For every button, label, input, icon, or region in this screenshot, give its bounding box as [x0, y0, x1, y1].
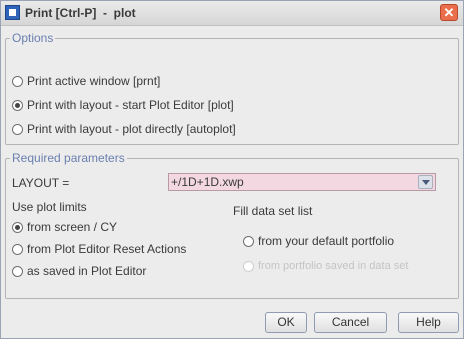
- plot-limits-as-saved[interactable]: as saved in Plot Editor: [12, 264, 146, 278]
- title-bar[interactable]: Print [Ctrl-P] - plot ✕: [1, 1, 463, 26]
- fill-option-label: from your default portfolio: [258, 234, 395, 248]
- layout-combobox[interactable]: +/1D+1D.xwp: [168, 173, 436, 191]
- radio-icon: [12, 75, 23, 87]
- radio-checked-icon: [12, 99, 23, 111]
- option-label: Print with layout - plot directly [autop…: [27, 122, 236, 136]
- cancel-button[interactable]: Cancel: [314, 312, 387, 333]
- layout-value: +/1D+1D.xwp: [171, 175, 244, 189]
- fill-data-set-list-label: Fill data set list: [233, 204, 313, 218]
- use-plot-limits-label: Use plot limits: [12, 200, 87, 214]
- option-print-with-layout-plot[interactable]: Print with layout - start Plot Editor [p…: [12, 98, 234, 112]
- window-title: Print [Ctrl-P] - plot: [25, 6, 136, 20]
- close-button[interactable]: ✕: [440, 4, 458, 21]
- plot-limits-option-label: as saved in Plot Editor: [27, 264, 147, 278]
- option-print-active-window[interactable]: Print active window [prnt]: [12, 74, 160, 88]
- plot-limits-from-reset-actions[interactable]: from Plot Editor Reset Actions: [12, 242, 186, 256]
- option-label: Print with layout - start Plot Editor [p…: [27, 98, 234, 112]
- plot-limits-option-label: from Plot Editor Reset Actions: [27, 242, 187, 256]
- radio-icon: [12, 123, 23, 135]
- print-dialog: Print [Ctrl-P] - plot ✕ Options Print ac…: [0, 0, 464, 339]
- radio-icon: [243, 235, 254, 247]
- radio-disabled-icon: [243, 260, 254, 272]
- fill-from-portfolio-in-data-set: from portfolio saved in data set: [243, 260, 408, 272]
- help-button[interactable]: Help: [398, 312, 459, 333]
- options-legend: Options: [12, 31, 54, 45]
- chevron-down-icon[interactable]: [418, 175, 433, 189]
- layout-label: LAYOUT =: [12, 176, 70, 190]
- fill-from-default-portfolio[interactable]: from your default portfolio: [243, 234, 394, 248]
- ok-button[interactable]: OK: [265, 312, 307, 333]
- option-label: Print active window [prnt]: [27, 74, 161, 88]
- fill-option-label: from portfolio saved in data set: [258, 260, 409, 272]
- plot-limits-from-screen[interactable]: from screen / CY: [12, 220, 117, 234]
- plot-limits-option-label: from screen / CY: [27, 220, 118, 234]
- radio-icon: [12, 243, 23, 255]
- required-parameters-legend: Required parameters: [12, 151, 125, 165]
- radio-icon: [12, 265, 23, 277]
- option-print-with-layout-autoplot[interactable]: Print with layout - plot directly [autop…: [12, 122, 236, 136]
- app-icon: [5, 5, 20, 20]
- radio-checked-icon: [12, 221, 23, 233]
